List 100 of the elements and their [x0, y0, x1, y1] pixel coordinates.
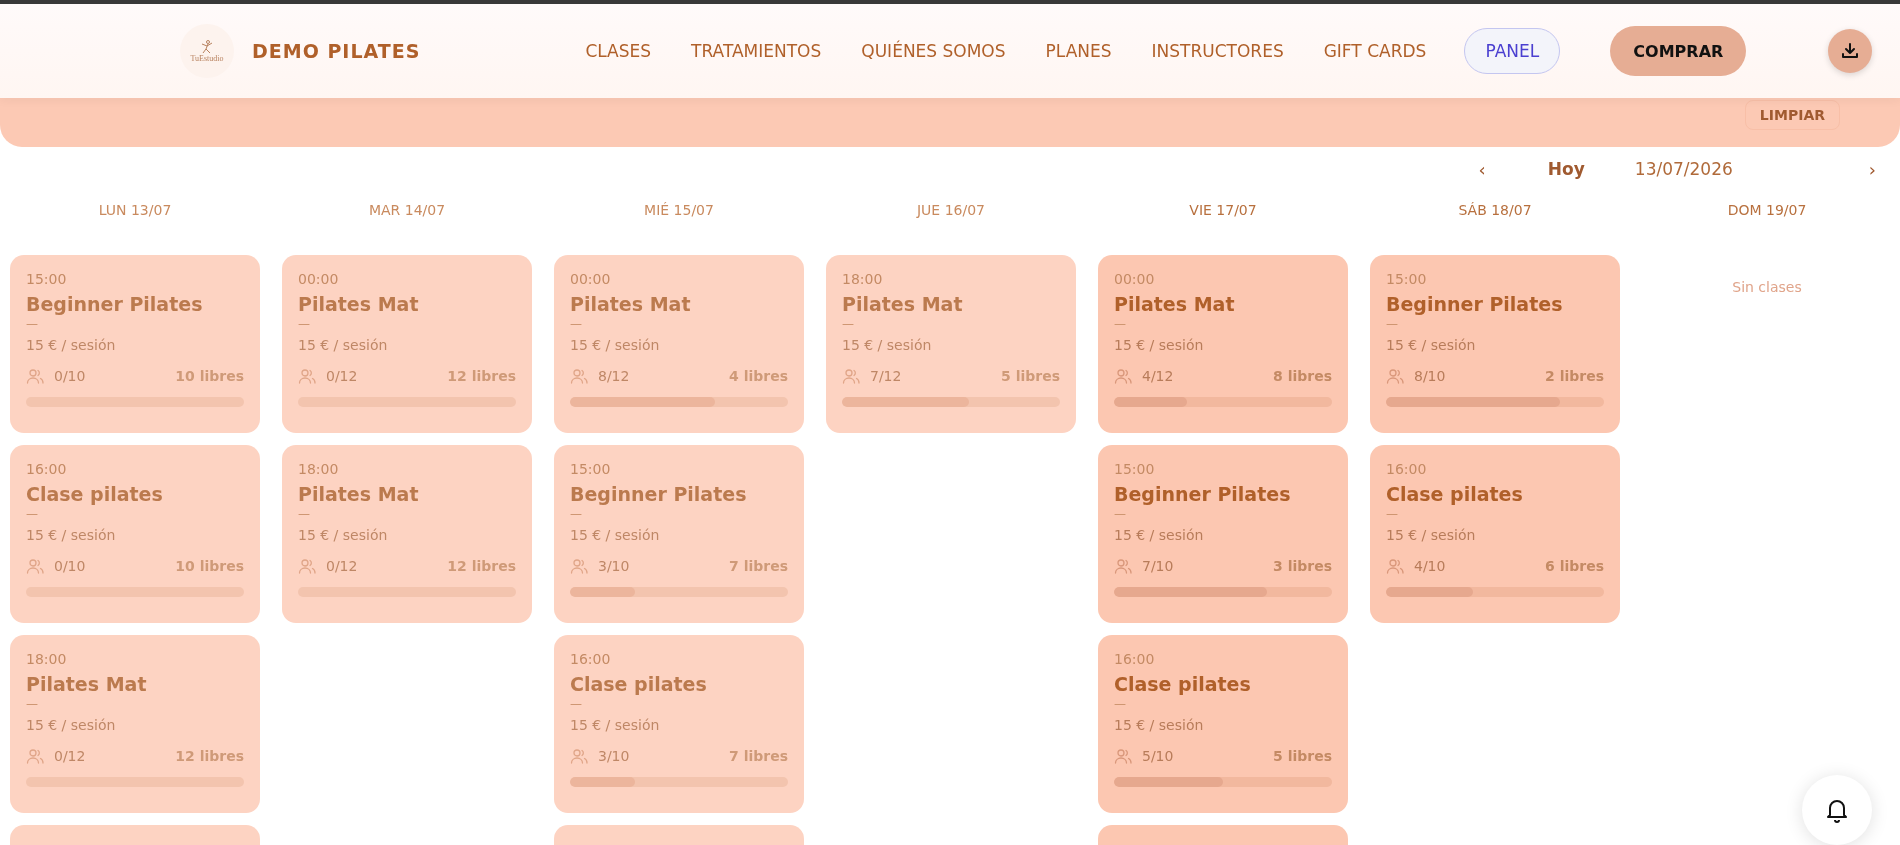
class-time: 18:00 — [842, 271, 884, 287]
class-price: 15 € / sesión — [1114, 337, 1205, 353]
day-heading: MIÉ 15/07 — [643, 201, 715, 220]
class-name: Clase pilates — [26, 483, 164, 505]
bell-icon — [1825, 797, 1849, 823]
class-name: Pilates Mat — [1114, 293, 1236, 315]
people-icon — [26, 747, 44, 765]
previous-button[interactable]: ‹ — [1472, 158, 1492, 180]
buy-button[interactable]: COMPRAR — [1610, 26, 1747, 76]
class-price: 15 € / sesión — [298, 337, 389, 353]
class-card[interactable]: 16:00 Clase pilates — 15 € / sesión 5/10 5 libres — [1098, 635, 1348, 813]
nav-link[interactable]: INSTRUCTORES — [1151, 41, 1284, 61]
class-price: 15 € / sesión — [842, 337, 933, 353]
dash-text: — — [570, 317, 583, 331]
people-icon — [570, 747, 588, 765]
free-spots: 8 libres — [1273, 368, 1332, 384]
class-price: 15 € / sesión — [26, 527, 117, 543]
dash-text: — — [26, 317, 39, 331]
class-card[interactable]: 18:00 Pilates Mat — 15 € / sesión 0/12 12 libres — [10, 635, 260, 813]
people-icon — [26, 557, 44, 575]
dash-text: — — [1386, 507, 1399, 521]
nav-link[interactable]: QUIÉNES SOMOS — [861, 41, 1006, 61]
empty-message: Sin clases — [1731, 279, 1803, 295]
class-card[interactable]: 16:00 Clase pilates — 15 € / sesión 0/10 10 libres — [10, 445, 260, 623]
class-name: Beginner Pilates — [1114, 483, 1292, 505]
class-time: 16:00 — [1114, 651, 1156, 667]
class-card[interactable]: 15:00 Beginner Pilates — 15 € / sesión 0/10 10 libres — [10, 255, 260, 433]
class-time: 16:00 — [1386, 461, 1428, 477]
class-price: 15 € / sesión — [1386, 337, 1477, 353]
class-card[interactable]: 15:00 Beginner Pilates — 15 € / sesión 8/10 2 libres — [1370, 255, 1620, 433]
people-icon — [1386, 557, 1404, 575]
class-card[interactable]: 00:00 Pilates Mat — 15 € / sesión 4/12 8 libres — [1098, 255, 1348, 433]
class-time: 16:00 — [570, 651, 612, 667]
class-time: 15:00 — [26, 271, 68, 287]
class-card[interactable]: 18:00 Pilates Mat — 15 € / sesión 7/12 5 libres — [826, 255, 1076, 433]
class-card[interactable]: 16:00 Clase pilates — 15 € / sesión 4/10 6 libres — [1370, 445, 1620, 623]
class-card[interactable]: 00:00 Pilates Mat — 15 € / sesión 8/12 4 libres — [554, 255, 804, 433]
dash-text: — — [1114, 317, 1127, 331]
booked-count: 4/12 — [1142, 368, 1174, 384]
people-icon — [298, 367, 316, 385]
nav-link[interactable]: CLASES — [585, 41, 652, 61]
class-name: Clase pilates — [1114, 673, 1252, 695]
free-spots: 7 libres — [729, 748, 788, 764]
free-spots: 5 libres — [1273, 748, 1332, 764]
free-spots: 3 libres — [1273, 558, 1332, 574]
people-icon — [1114, 367, 1132, 385]
class-name: Clase pilates — [1386, 483, 1524, 505]
class-time: 00:00 — [298, 271, 340, 287]
class-price: 15 € / sesión — [570, 337, 661, 353]
dash-text: — — [842, 317, 855, 331]
download-button[interactable] — [1828, 29, 1872, 73]
class-card[interactable]: 16:00 Clase pilates — 15 € / sesión 3/10 7 libres — [554, 635, 804, 813]
dash-text: — — [26, 697, 39, 711]
booked-count: 0/10 — [54, 368, 86, 384]
class-time: 18:00 — [26, 651, 68, 667]
nav-link[interactable]: GIFT CARDS — [1323, 41, 1427, 61]
booked-count: 3/10 — [598, 748, 630, 764]
class-price: 15 € / sesión — [570, 717, 661, 733]
free-spots: 7 libres — [729, 558, 788, 574]
booked-count: 0/12 — [326, 558, 358, 574]
class-card[interactable]: 15:00 Beginner Pilates — 15 € / sesión 7/10 3 libres — [1098, 445, 1348, 623]
day-heading: JUE 16/07 — [915, 201, 986, 220]
class-card[interactable]: 00:00 Pilates Mat — 15 € / sesión 0/12 12 libres — [282, 255, 532, 433]
people-icon — [570, 367, 588, 385]
class-name: Pilates Mat — [842, 293, 964, 315]
class-price: 15 € / sesión — [298, 527, 389, 543]
class-time: 15:00 — [1386, 271, 1428, 287]
next-button[interactable]: › — [1862, 158, 1882, 180]
dash-text: — — [1114, 697, 1127, 711]
class-time: 00:00 — [570, 271, 612, 287]
booked-count: 5/10 — [1142, 748, 1174, 764]
nav-link[interactable]: TRATAMIENTOS — [691, 41, 822, 61]
booked-count: 8/10 — [1414, 368, 1446, 384]
nav-link[interactable]: PLANES — [1045, 41, 1112, 61]
date-field[interactable]: 13/07/2026 — [1634, 159, 1733, 179]
clear-button[interactable]: LIMPIAR — [1744, 100, 1840, 130]
free-spots: 10 libres — [175, 558, 244, 574]
brand-name[interactable]: DEMO PILATES — [252, 40, 421, 62]
studio-logo[interactable]: TuEstudio — [180, 24, 234, 78]
free-spots: 4 libres — [729, 368, 788, 384]
free-spots: 12 libres — [447, 558, 516, 574]
class-card[interactable]: 18:00 Pilates Mat — 15 € / sesión 0/12 12 libres — [282, 445, 532, 623]
today-button[interactable]: Hoy — [1541, 158, 1591, 180]
class-price: 15 € / sesión — [1386, 527, 1477, 543]
class-card[interactable]: 15:00 Beginner Pilates — 15 € / sesión 3/10 7 libres — [554, 445, 804, 623]
class-price: 15 € / sesión — [26, 717, 117, 733]
class-time: 15:00 — [570, 461, 612, 477]
booked-count: 7/10 — [1142, 558, 1174, 574]
free-spots: 5 libres — [1001, 368, 1060, 384]
people-icon — [1114, 557, 1132, 575]
booked-count: 0/12 — [326, 368, 358, 384]
panel-button[interactable]: PANEL — [1464, 28, 1561, 74]
class-time: 00:00 — [1114, 271, 1156, 287]
download-icon — [1840, 41, 1860, 61]
dash-text: — — [1386, 317, 1399, 331]
dash-text: — — [570, 507, 583, 521]
people-icon — [1386, 367, 1404, 385]
dash-text: — — [570, 697, 583, 711]
free-spots: 2 libres — [1545, 368, 1604, 384]
class-name: Beginner Pilates — [1386, 293, 1564, 315]
